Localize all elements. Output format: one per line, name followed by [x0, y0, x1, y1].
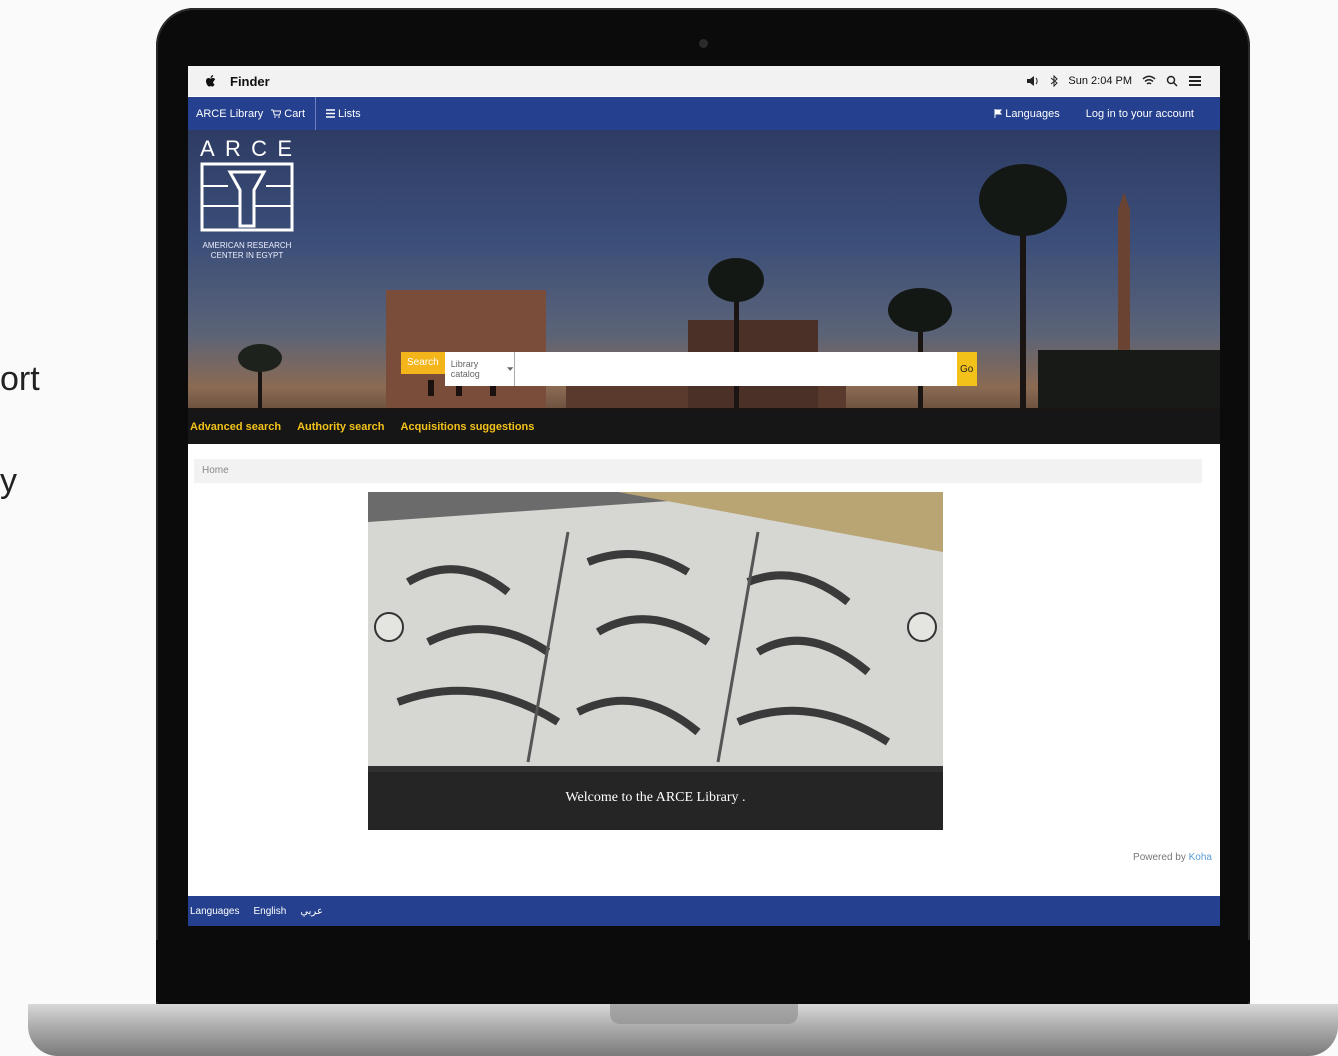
- screen: Finder Sun 2:04 PM ARCE Library Cart Lis…: [188, 66, 1220, 926]
- chevron-down-icon: [507, 366, 514, 371]
- search-input[interactable]: [514, 352, 957, 386]
- side-text-line1: ort: [0, 360, 40, 398]
- authority-search-link[interactable]: Authority search: [297, 421, 384, 433]
- camera-icon: [699, 39, 708, 48]
- language-arabic[interactable]: عربي: [300, 906, 323, 917]
- lists-label: Lists: [338, 107, 361, 120]
- breadcrumb: Home: [194, 459, 1202, 483]
- clock[interactable]: Sun 2:04 PM: [1068, 75, 1132, 87]
- side-text-line2: y: [0, 462, 17, 500]
- languages-link[interactable]: Languages: [994, 107, 1060, 120]
- list-icon: [326, 109, 336, 118]
- logo-subtitle: AMERICAN RESEARCH CENTER IN EGYPT: [202, 241, 292, 260]
- search-options: Advanced search Authority search Acquisi…: [188, 410, 1220, 444]
- nav-right: Languages Log in to your account: [986, 108, 1194, 120]
- nav-divider: [315, 97, 317, 130]
- spotlight-search-icon[interactable]: [1166, 75, 1178, 87]
- notification-center-icon[interactable]: [1188, 75, 1202, 87]
- status-area: Sun 2:04 PM: [1026, 75, 1202, 87]
- flag-icon: [994, 109, 1003, 118]
- lists-link[interactable]: Lists: [326, 108, 361, 120]
- search-bar: Search Library catalog Go: [401, 352, 977, 386]
- arce-logo[interactable]: A R C E AMERICAN RESEARCH CENTER IN EGYP…: [200, 136, 294, 262]
- advanced-search-link[interactable]: Advanced search: [190, 421, 281, 433]
- cart-link[interactable]: Cart: [271, 108, 305, 120]
- cart-icon: [271, 109, 282, 118]
- powered-by: Powered by Koha: [1133, 852, 1212, 863]
- hero-banner: A R C E AMERICAN RESEARCH CENTER IN EGYP…: [188, 130, 1220, 444]
- apple-icon[interactable]: [204, 74, 218, 88]
- logo-letters: A R C E: [200, 136, 294, 161]
- carousel-prev-icon[interactable]: [374, 612, 404, 642]
- library-link[interactable]: ARCE Library: [196, 108, 263, 120]
- carousel-caption: Welcome to the ARCE Library .: [368, 766, 943, 830]
- carousel-next-icon[interactable]: [907, 612, 937, 642]
- laptop-chin: [156, 940, 1250, 1002]
- bluetooth-icon[interactable]: [1050, 75, 1059, 87]
- koha-link[interactable]: Koha: [1189, 852, 1212, 863]
- top-nav: ARCE Library Cart Lists Languages Log in…: [188, 97, 1220, 130]
- languages-heading: Languages: [190, 905, 240, 917]
- breadcrumb-home[interactable]: Home: [202, 465, 229, 476]
- temple-silhouette: [188, 164, 1220, 444]
- logo-emblem: [200, 162, 294, 232]
- login-link[interactable]: Log in to your account: [1086, 108, 1194, 120]
- volume-icon[interactable]: [1026, 75, 1040, 87]
- cart-label: Cart: [284, 107, 306, 120]
- search-go-button[interactable]: Go: [956, 352, 977, 386]
- search-tag: Search: [401, 352, 445, 374]
- search-scope-select[interactable]: Library catalog: [444, 352, 515, 386]
- language-english[interactable]: English: [254, 906, 287, 917]
- wifi-icon[interactable]: [1142, 75, 1156, 87]
- image-carousel: Welcome to the ARCE Library .: [368, 492, 943, 830]
- language-bar: Languages English عربي: [188, 896, 1220, 926]
- laptop-notch: [610, 1004, 798, 1024]
- acquisitions-suggestions-link[interactable]: Acquisitions suggestions: [401, 421, 535, 433]
- menu-bar: Finder Sun 2:04 PM: [188, 66, 1220, 96]
- finder-menu[interactable]: Finder: [230, 74, 270, 89]
- languages-label: Languages: [1005, 107, 1060, 120]
